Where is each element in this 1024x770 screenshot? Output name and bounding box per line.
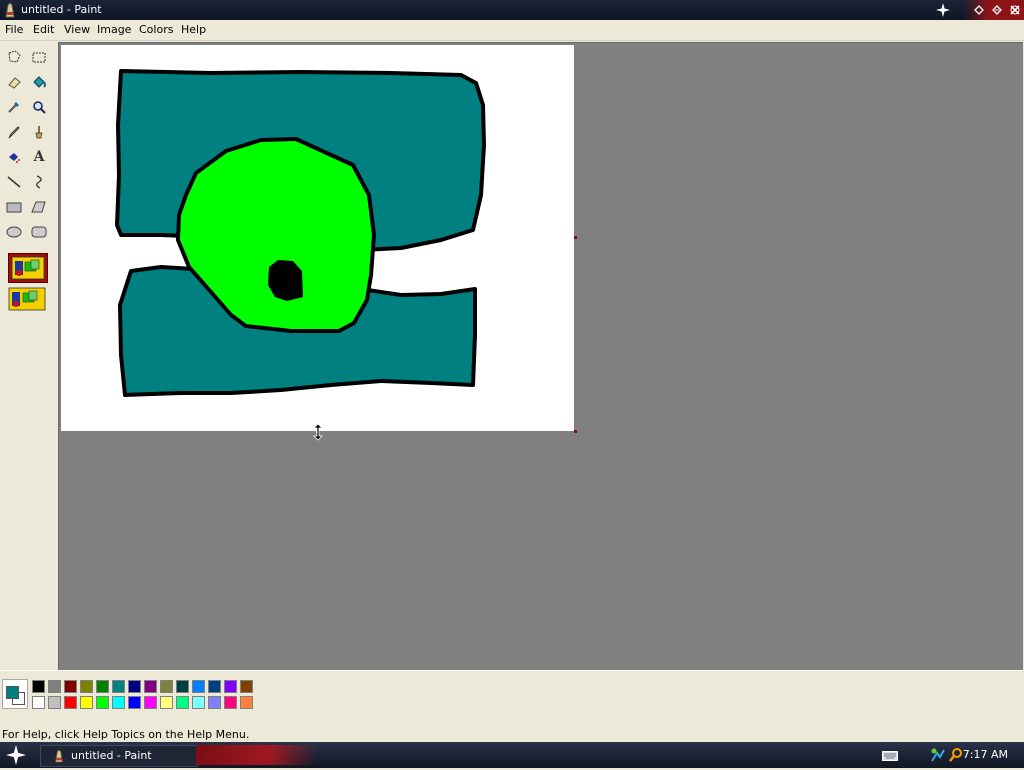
title-bar: untitled - Paint [0, 0, 1024, 20]
palette-swatch[interactable] [144, 696, 157, 709]
menu-view[interactable]: View [64, 23, 90, 36]
palette-swatch[interactable] [176, 696, 189, 709]
magnifier-tool-icon[interactable] [28, 96, 50, 118]
palette-swatch[interactable] [112, 696, 125, 709]
fill-style-option[interactable] [8, 287, 46, 311]
search-icon[interactable] [948, 747, 964, 766]
paint-taskbar-icon [55, 749, 63, 763]
palette-swatch[interactable] [32, 696, 45, 709]
taskbar: untitled - Paint 7:17 AM [0, 742, 1024, 768]
brush-tool-icon[interactable] [28, 121, 50, 143]
foreground-color [6, 686, 19, 699]
menu-image[interactable]: Image [97, 23, 131, 36]
menu-bar: File Edit View Image Colors Help [0, 20, 1024, 41]
palette-swatch[interactable] [208, 696, 221, 709]
palette-swatch[interactable] [144, 680, 157, 693]
taskbar-item-paint[interactable]: untitled - Paint [40, 745, 198, 767]
palette-swatch[interactable] [192, 680, 205, 693]
palette-swatch[interactable] [80, 680, 93, 693]
canvas-resize-handle-corner[interactable] [574, 430, 577, 433]
minimize-button[interactable] [970, 1, 988, 19]
menu-file[interactable]: File [5, 23, 23, 36]
star-icon[interactable] [934, 1, 952, 19]
start-star-icon[interactable] [6, 745, 28, 765]
text-tool-icon[interactable]: A [28, 146, 50, 168]
palette-swatch[interactable] [48, 696, 61, 709]
palette-swatch[interactable] [224, 696, 237, 709]
window-title: untitled - Paint [21, 3, 102, 16]
system-tray: 7:17 AM [864, 742, 1024, 768]
clock: 7:17 AM [962, 748, 1008, 761]
fill-style-option-selected[interactable] [8, 253, 48, 283]
toolbox: A [0, 42, 56, 670]
palette-swatch[interactable] [208, 680, 221, 693]
palette-swatch[interactable] [176, 680, 189, 693]
polygon-tool-icon[interactable] [28, 196, 50, 218]
palette-swatch[interactable] [192, 696, 205, 709]
status-help-text: For Help, click Help Topics on the Help … [2, 728, 250, 741]
resize-cursor-icon [311, 423, 325, 444]
paint-app-icon [5, 2, 15, 18]
rectangle-tool-icon[interactable] [3, 196, 25, 218]
canvas-resize-handle-right[interactable] [574, 236, 577, 239]
drawing [115, 69, 486, 397]
text-tool-glyph: A [33, 149, 45, 165]
pencil-tool-icon[interactable] [3, 121, 25, 143]
palette-swatch[interactable] [96, 680, 109, 693]
color-palette [0, 670, 1024, 719]
close-button[interactable] [1006, 1, 1024, 19]
select-tool-icon[interactable] [28, 46, 50, 68]
palette-swatch[interactable] [112, 680, 125, 693]
palette-swatch[interactable] [48, 680, 61, 693]
palette-swatch[interactable] [160, 680, 173, 693]
taskbar-decoration [196, 745, 316, 765]
palette-swatch[interactable] [128, 680, 141, 693]
network-icon[interactable] [930, 747, 946, 766]
free-form-select-tool-icon[interactable] [3, 46, 25, 68]
palette-swatch[interactable] [32, 680, 45, 693]
fill-bucket-tool-icon[interactable] [28, 71, 50, 93]
menu-help[interactable]: Help [181, 23, 206, 36]
palette-swatch[interactable] [128, 696, 141, 709]
line-tool-icon[interactable] [3, 171, 25, 193]
curve-tool-icon[interactable] [28, 171, 50, 193]
menu-edit[interactable]: Edit [33, 23, 54, 36]
palette-swatch[interactable] [240, 696, 253, 709]
menu-colors[interactable]: Colors [139, 23, 173, 36]
drawing-canvas[interactable] [61, 45, 574, 431]
palette-swatch[interactable] [240, 680, 253, 693]
work-area [58, 42, 1023, 671]
maximize-button[interactable] [988, 1, 1006, 19]
window-controls [934, 0, 1024, 20]
current-colors[interactable] [2, 679, 28, 709]
palette-swatch[interactable] [160, 696, 173, 709]
status-bar: For Help, click Help Topics on the Help … [0, 726, 1024, 742]
keyboard-icon[interactable] [882, 751, 898, 764]
rounded-rectangle-tool-icon[interactable] [28, 221, 50, 243]
palette-swatch[interactable] [64, 696, 77, 709]
ellipse-tool-icon[interactable] [3, 221, 25, 243]
palette-swatch[interactable] [224, 680, 237, 693]
palette-swatch[interactable] [80, 696, 93, 709]
airbrush-tool-icon[interactable] [3, 146, 25, 168]
palette-swatch[interactable] [64, 680, 77, 693]
eraser-tool-icon[interactable] [3, 71, 25, 93]
color-picker-tool-icon[interactable] [3, 96, 25, 118]
palette-swatch[interactable] [96, 696, 109, 709]
taskbar-item-label: untitled - Paint [71, 749, 152, 762]
